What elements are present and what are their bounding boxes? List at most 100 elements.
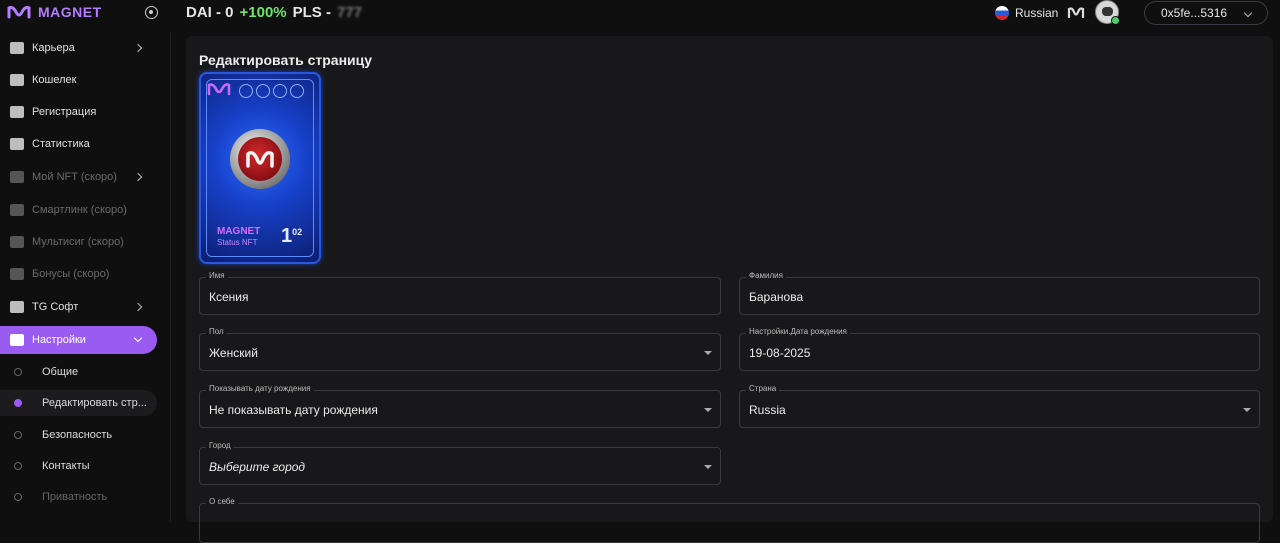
magnet-small-logo-icon[interactable] [1067,6,1085,19]
caret-down-icon [704,465,712,469]
chevron-right-icon [133,302,143,312]
avatar-face-icon [1102,7,1113,16]
sidebar-item-label: Бонусы (скоро) [32,268,110,280]
field-label: Настройки.Дата рождения [746,327,850,336]
show-birthdate-select[interactable]: Показывать дату рождения Не показывать д… [199,384,721,428]
nft-coin [230,129,290,189]
sidebar-sub-label: Приватность [42,491,108,503]
field-value: Russia [749,403,786,417]
sidebar-divider [170,32,171,522]
sidebar-item-statistics[interactable]: Статистика [0,130,157,158]
wallet-icon [10,74,24,86]
sidebar-item-registration[interactable]: Регистрация [0,98,157,126]
field-label: Город [206,441,234,450]
brand-logo[interactable]: MAGNET [6,4,102,20]
badge-icon [256,84,270,98]
telegram-icon [10,301,24,313]
dot-icon [14,431,22,439]
wallet-address: 0x5fe...5316 [1161,6,1228,20]
field-label: Пол [206,327,227,336]
sidebar-item-bonuses[interactable]: Бонусы (скоро) [0,260,157,288]
nft-card[interactable]: MAGNET Status NFT 102 [199,72,321,264]
chevron-right-icon [133,172,143,182]
field-label: Фамилия [746,271,786,280]
language-selector[interactable]: Russian [995,6,1058,20]
nft-icon [10,171,24,183]
sidebar-item-multisig[interactable]: Мультисиг (скоро) [0,228,157,256]
bonus-icon [10,268,24,280]
field-value: Ксения [209,290,249,304]
target-icon[interactable] [145,6,158,19]
sidebar-item-label: Кошелек [32,74,77,86]
field-value: Не показывать дату рождения [209,403,378,417]
page-title: Редактировать страницу [199,52,373,68]
birthdate-field[interactable]: Настройки.Дата рождения 19-08-2025 [739,327,1260,371]
sidebar-item-label: Карьера [32,42,75,54]
field-placeholder: Выберите город [209,460,306,474]
chevron-right-icon [133,43,143,53]
user-add-icon [10,106,24,118]
bar-chart-icon [10,138,24,150]
caret-down-icon [1243,408,1251,412]
sidebar-item-label: Смартлинк (скоро) [32,204,127,216]
badge-icon [273,84,287,98]
sidebar-item-settings[interactable]: Настройки [0,326,157,354]
magnet-logo-icon [7,6,31,19]
shield-icon [10,236,24,248]
sidebar-sub-general[interactable]: Общие [0,359,157,385]
nft-number-main: 1 [281,225,293,247]
pls-label: PLS - [292,4,331,21]
dai-change: +100% [239,4,287,21]
sidebar-item-tg-soft[interactable]: TG Софт [0,293,157,321]
dot-icon [14,462,22,470]
sidebar-item-label: Мультисиг (скоро) [32,236,124,248]
magnet-coin-logo-icon [246,151,274,168]
caret-down-icon [704,408,712,412]
sidebar-item-label: Мой NFT (скоро) [32,171,117,183]
chevron-down-icon [1243,8,1253,18]
gender-select[interactable]: Пол Женский [199,327,721,371]
sidebar-sub-label: Общие [42,366,79,378]
sidebar-sub-security[interactable]: Безопасность [0,422,157,448]
russia-flag-icon [995,6,1009,20]
glasses-icon [10,204,24,216]
sidebar-item-career[interactable]: Карьера [0,34,157,62]
nft-subtitle: Status NFT [217,238,258,247]
field-value: Женский [209,346,258,360]
last-name-field[interactable]: Фамилия Баранова [739,271,1260,315]
sidebar-item-wallet[interactable]: Кошелек [0,66,157,94]
sidebar-sub-label: Безопасность [42,429,113,441]
main-panel: Редактировать страницу MAGNET Status NFT… [186,36,1273,543]
wallet-button[interactable]: 0x5fe...5316 [1144,1,1268,25]
field-label: О себе [206,497,238,506]
sidebar-sub-privacy[interactable]: Приватность [0,484,157,510]
dot-icon [14,368,22,376]
nft-number-sup: 02 [292,227,303,237]
nft-name: MAGNET [217,226,261,237]
avatar[interactable] [1095,0,1120,25]
sidebar-sub-contacts[interactable]: Контакты [0,453,157,479]
sidebar-sub-edit-page[interactable]: Редактировать стр... [0,390,157,416]
city-select[interactable]: Город Выберите город [199,441,721,485]
about-textarea[interactable]: О себе [199,497,1260,543]
dot-icon [14,493,22,501]
field-value: 19-08-2025 [749,346,811,360]
field-label: Страна [746,384,780,393]
sidebar-item-label: TG Софт [32,301,79,313]
sidebar-item-label: Настройки [32,334,86,346]
country-select[interactable]: Страна Russia [739,384,1260,428]
sidebar-item-my-nft[interactable]: Мой NFT (скоро) [0,163,157,191]
brand-name: MAGNET [38,4,102,20]
dai-label: DAI - 0 [186,4,234,21]
sidebar-item-label: Статистика [32,138,90,150]
sidebar-item-smartlink[interactable]: Смартлинк (скоро) [0,196,157,224]
top-bar: MAGNET DAI - 0 +100% PLS - 777 Russian 0… [0,0,1280,28]
field-label: Имя [206,271,228,280]
hand-icon [10,42,24,54]
gear-icon [10,334,24,346]
badge-icon [290,84,304,98]
magnet-logo-icon [207,83,231,96]
sidebar-sub-label: Контакты [42,460,90,472]
nft-number: 102 [281,225,302,248]
first-name-field[interactable]: Имя Ксения [199,271,721,315]
